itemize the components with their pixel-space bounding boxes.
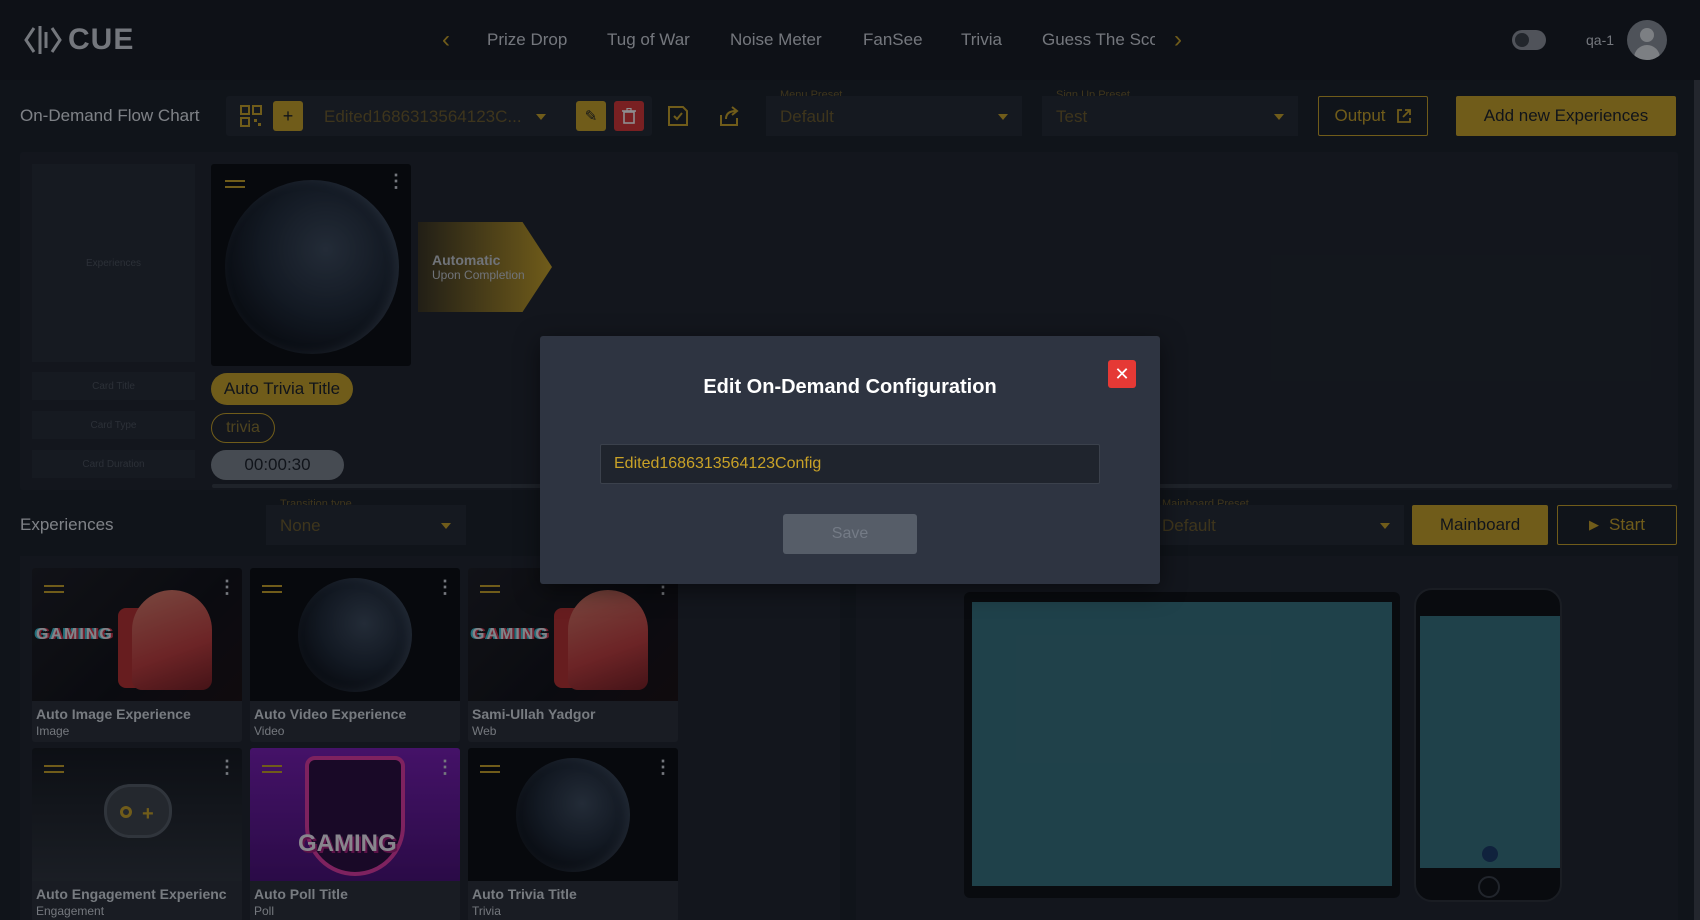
close-icon: ✕ — [1114, 363, 1130, 384]
modal-title: Edit On-Demand Configuration — [703, 376, 997, 398]
close-button[interactable]: ✕ — [1108, 360, 1136, 388]
save-button[interactable]: Save — [783, 514, 917, 554]
config-name-input[interactable] — [600, 444, 1100, 484]
edit-config-modal: Edit On-Demand Configuration ✕ Save — [540, 336, 1160, 584]
